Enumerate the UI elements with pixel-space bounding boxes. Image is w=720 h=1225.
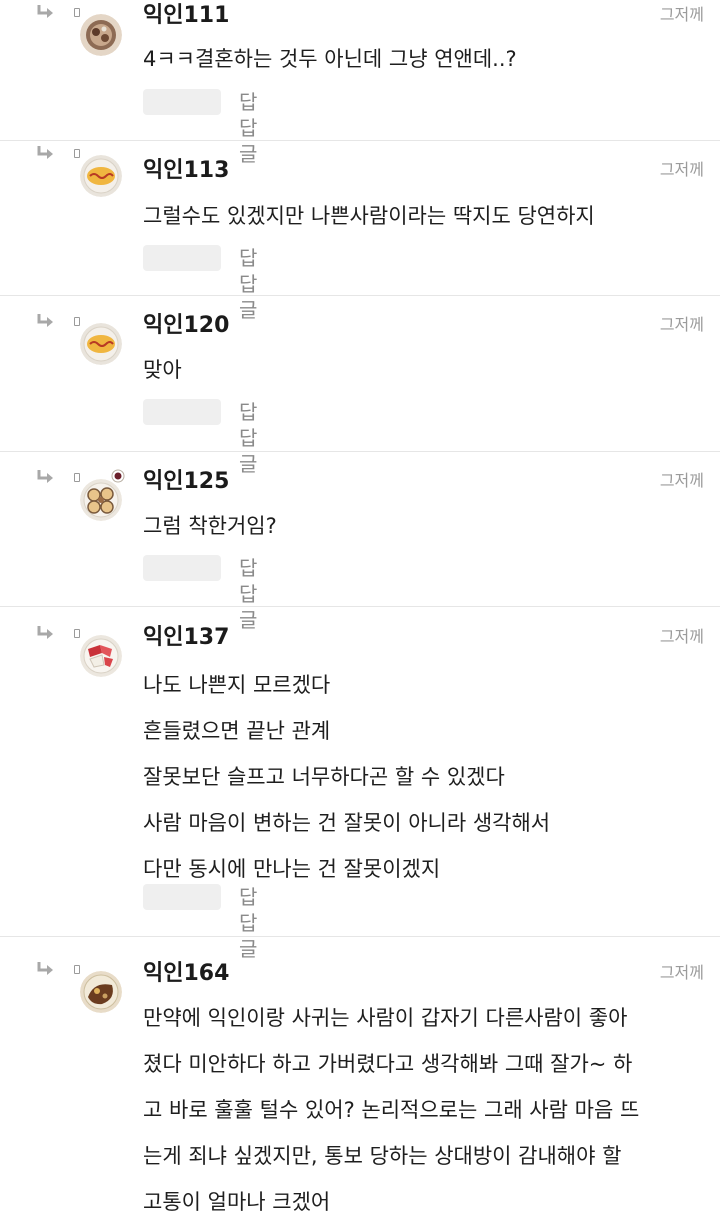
reply-arrow-icon: [37, 314, 53, 327]
comment-line: 사람 마음이 변하는 건 잘못이 아니라 생각해서: [143, 811, 551, 835]
comment-line: 4ㅋㅋ결혼하는 것두 아닌데 그냥 연앤데..?: [143, 47, 517, 71]
comment-item: 익인120 그저께 맞아 답답글: [0, 296, 720, 476]
reply-arrow-icon: [37, 146, 53, 159]
comment-line: 고 바로 훌훌 털수 있어? 논리적으로는 그래 사람 마음 뜨: [143, 1098, 640, 1122]
comment-author[interactable]: 익인137: [143, 622, 229, 654]
comment-time: 그저께: [659, 160, 704, 179]
comment-author[interactable]: 익인125: [143, 466, 229, 498]
comment-author[interactable]: 익인113: [143, 155, 229, 187]
comment-line: 잘못보단 슬프고 너무하다곤 할 수 있겠다: [143, 765, 505, 789]
comment-item: 익인125 그저께 그럼 착한거임? 답답글: [0, 452, 720, 632]
comment-item: 익인113 그저께 그럴수도 있겠지만 나쁜사람이라는 딱지도 당연하지 답답글: [0, 141, 720, 322]
unread-dot-icon: [74, 965, 80, 974]
dumpling-plate-icon[interactable]: [80, 479, 122, 521]
comment-author[interactable]: 익인111: [143, 0, 229, 32]
curry-plate-icon[interactable]: [80, 971, 122, 1013]
unread-dot-icon: [74, 473, 80, 482]
comment-item: 익인137 그저께 나도 나쁜지 모르겠다 흔들렸으면 끝난 관계 잘못보단 슬…: [0, 607, 720, 961]
comment-time: 그저께: [659, 315, 704, 334]
comment-line: 나도 나쁜지 모르겠다: [143, 673, 331, 697]
comment-body: 만약에 익인이랑 사귀는 사람이 갑자기 다른사람이 좋아 졌다 미안하다 하고…: [143, 995, 708, 1225]
like-button[interactable]: [143, 245, 221, 271]
unread-dot-icon: [74, 317, 80, 326]
comment-item: 익인164 그저께 만약에 익인이랑 사귀는 사람이 갑자기 다른사람이 좋아 …: [0, 937, 720, 1214]
comment-time: 그저께: [659, 963, 704, 982]
reply-arrow-icon: [37, 5, 53, 18]
sashimi-plate-icon[interactable]: [80, 635, 122, 677]
comment-list: 익인111 그저께 4ㅋㅋ결혼하는 것두 아닌데 그냥 연앤데..? 답답글 익…: [0, 0, 720, 1214]
like-button[interactable]: [143, 89, 221, 115]
like-button[interactable]: [143, 399, 221, 425]
comment-line: 그럼 착한거임?: [143, 514, 277, 538]
reply-arrow-icon: [37, 470, 53, 483]
comment-line: 맞아: [143, 358, 182, 382]
comment-line: 만약에 익인이랑 사귀는 사람이 갑자기 다른사람이 좋아: [143, 1006, 628, 1030]
comment-body: 그럴수도 있겠지만 나쁜사람이라는 딱지도 당연하지: [143, 193, 708, 239]
comment-time: 그저께: [659, 5, 704, 24]
comment-line: 는게 죄냐 싶겠지만, 통보 당하는 상대방이 감내해야 할: [143, 1144, 622, 1168]
comment-author[interactable]: 익인120: [143, 310, 229, 342]
comment-body: 나도 나쁜지 모르겠다 흔들렸으면 끝난 관계 잘못보단 슬프고 너무하다곤 할…: [143, 662, 708, 892]
comment-time: 그저께: [659, 471, 704, 490]
comment-line: 졌다 미안하다 하고 가버렸다고 생각해봐 그때 잘가~ 하: [143, 1052, 633, 1076]
comment-line: 그럴수도 있겠지만 나쁜사람이라는 딱지도 당연하지: [143, 204, 595, 228]
unread-dot-icon: [74, 8, 80, 17]
comment-time: 그저께: [659, 627, 704, 646]
comment-body: 4ㅋㅋ결혼하는 것두 아닌데 그냥 연앤데..?: [143, 36, 708, 82]
comment-item: 익인111 그저께 4ㅋㅋ결혼하는 것두 아닌데 그냥 연앤데..? 답답글: [0, 0, 720, 166]
comment-body: 그럼 착한거임?: [143, 503, 708, 549]
comment-line: 흔들렸으면 끝난 관계: [143, 719, 331, 743]
unread-dot-icon: [74, 149, 80, 158]
noodle-bowl-icon[interactable]: [80, 14, 122, 56]
reply-arrow-icon: [37, 626, 53, 639]
omelet-plate-icon[interactable]: [80, 323, 122, 365]
comment-line: 다만 동시에 만나는 건 잘못이겠지: [143, 857, 441, 881]
reply-arrow-icon: [37, 962, 53, 975]
unread-dot-icon: [74, 629, 80, 638]
comment-line: 고통이 얼마나 크겠어: [143, 1190, 331, 1214]
omelet-plate-icon[interactable]: [80, 155, 122, 197]
like-button[interactable]: [143, 555, 221, 581]
like-button[interactable]: [143, 884, 221, 910]
comment-body: 맞아: [143, 347, 708, 393]
comment-author[interactable]: 익인164: [143, 958, 229, 990]
sauce-dish-icon: [111, 469, 125, 483]
